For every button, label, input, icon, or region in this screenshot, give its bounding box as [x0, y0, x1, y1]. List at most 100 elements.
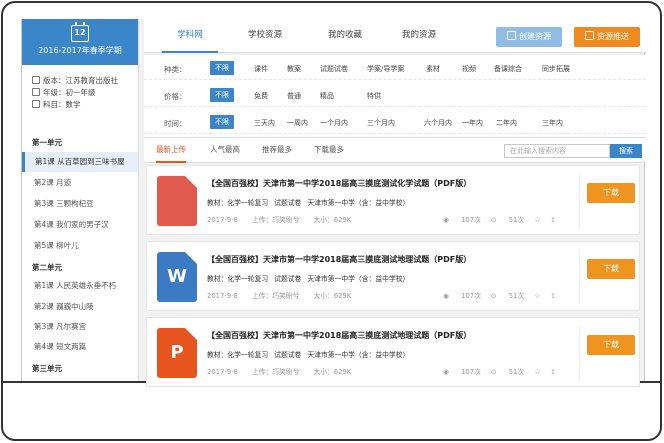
- sidebar: 12 2016-2017年春季学期 版本：江苏教育出版社 年级：初一年级 科目：…: [22, 19, 139, 381]
- filter-option[interactable]: 不限: [210, 61, 234, 75]
- filter-option[interactable]: 三个月内: [367, 118, 395, 128]
- unit-heading: 第二单元: [32, 263, 62, 272]
- share-icon: ⇪: [550, 292, 556, 300]
- sidebar-lesson[interactable]: 第5课 柳叶儿: [22, 236, 138, 256]
- filter-option[interactable]: 不限: [210, 88, 234, 102]
- sort-latest[interactable]: 最新上传: [156, 138, 186, 163]
- filter-option[interactable]: 一个月内: [320, 118, 348, 128]
- filter-option[interactable]: 一周内: [287, 118, 308, 128]
- star-icon: ☆: [534, 368, 541, 376]
- resource-info: 教材：化学一轮复习 试题试卷 天津市第一中学（含：益中学校）: [207, 199, 410, 207]
- unit-heading: 第三单元: [32, 364, 62, 373]
- search-input[interactable]: 在此输入搜索内容: [504, 144, 610, 158]
- create-resource-label: 创建资源: [519, 32, 551, 41]
- subject-icon: [32, 100, 40, 108]
- sort-popular[interactable]: 人气最高: [210, 138, 240, 163]
- filter-option[interactable]: 精品: [320, 91, 334, 101]
- term-label: 2016-2017年春季学期: [38, 46, 122, 55]
- sort-bar: 最新上传 人气最高 推荐最多 下载最多 在此输入搜索内容 搜索: [144, 137, 646, 163]
- resource-title[interactable]: 【全国百强校】天津市第一中学2018届高三摸底测试地理试题（PDF版）: [207, 330, 471, 341]
- filter-option[interactable]: 普通: [287, 91, 301, 101]
- filter-option[interactable]: 教案: [287, 64, 301, 74]
- top-nav: 学科网 学校资源 我的收藏 我的资源 创建资源 资源推送: [144, 19, 646, 53]
- filter-label: 时间：: [164, 119, 187, 128]
- device-frame: 12 2016-2017年春季学期 版本：江苏教育出版社 年级：初一年级 科目：…: [1, 1, 662, 441]
- book-icon: [32, 76, 40, 84]
- sidebar-lesson[interactable]: 第2课 月迹: [22, 173, 138, 193]
- resource-card: 【全国百强校】天津市第一中学2018届高三摸底测试化学试题（PDF版） 教材：化…: [146, 165, 640, 235]
- pdf-icon: [157, 176, 197, 226]
- filter-option[interactable]: 特供: [367, 91, 381, 101]
- resource-meta: 2017-9-8 上传：巧笑盼兮 大小：629K: [207, 292, 352, 300]
- resource-info: 教材：化学一轮复习 试题试卷 天津市第一中学（含：益中学校）: [207, 351, 410, 359]
- word-icon: W: [157, 252, 197, 302]
- download-button[interactable]: 下载: [587, 259, 635, 279]
- star-icon: ☆: [534, 216, 541, 224]
- push-resource-button[interactable]: 资源推送: [574, 27, 640, 47]
- resource-card: P 【全国百强校】天津市第一中学2018届高三摸底测试地理试题（PDF版） 教材…: [146, 317, 640, 387]
- filter-option[interactable]: 三年内: [542, 118, 563, 128]
- resource-info: 教材：化学一轮复习 试题试卷 天津市第一中学（含：益中学校）: [207, 275, 410, 283]
- sidebar-lesson[interactable]: 第1课 从百草园到三味书屋: [22, 152, 138, 172]
- sidebar-header: 12 2016-2017年春季学期: [22, 19, 138, 65]
- sidebar-lesson[interactable]: 第1课 人民英雄永垂不朽: [22, 276, 138, 296]
- push-resource-label: 资源推送: [597, 32, 629, 41]
- tab-favorites[interactable]: 我的收藏: [312, 19, 378, 53]
- grade-label: 年级：初一年级: [43, 88, 96, 97]
- star-icon: ☆: [534, 292, 541, 300]
- search-button[interactable]: 搜索: [610, 144, 642, 158]
- filter-option[interactable]: 课件: [254, 64, 268, 74]
- filter-option[interactable]: 试题试卷: [320, 64, 348, 74]
- unit-heading: 第一单元: [32, 138, 62, 147]
- create-resource-button[interactable]: 创建资源: [496, 27, 562, 47]
- tab-my-resources[interactable]: 我的资源: [388, 19, 450, 53]
- download-button[interactable]: 下载: [587, 335, 635, 355]
- share-icon: ⇪: [550, 368, 556, 376]
- subject-label: 科目：数学: [43, 100, 81, 109]
- filter-option[interactable]: 同步拓展: [542, 64, 570, 74]
- filter-row-time: 时间： 不限 三天内 一周内 一个月内 三个月内 六个月内 一年内 二年内 三年…: [144, 112, 646, 134]
- download-count-icon: ⊙: [490, 292, 499, 300]
- sort-downloads[interactable]: 下载最多: [314, 138, 344, 163]
- resource-meta: 2017-9-8 上传：巧笑盼兮 大小：629K: [207, 216, 352, 224]
- app-viewport: 12 2016-2017年春季学期 版本：江苏教育出版社 年级：初一年级 科目：…: [21, 19, 646, 387]
- filter-label: 种类：: [164, 65, 187, 74]
- resource-stats: ◉ 107次 ⊙ 51次 ☆ ⇪: [443, 368, 556, 376]
- filter-option[interactable]: 不限: [210, 115, 234, 129]
- tab-xuekewang[interactable]: 学科网: [162, 19, 218, 53]
- share-icon: [585, 31, 594, 40]
- sort-recommended[interactable]: 推荐最多: [262, 138, 292, 163]
- filter-option[interactable]: 视频: [462, 64, 476, 74]
- filter-row-type: 种类： 不限 课件 教案 试题试卷 学案/导学案 素材 视频 备课综合 同步拓展: [144, 58, 646, 80]
- filter-panel: 种类： 不限 课件 教案 试题试卷 学案/导学案 素材 视频 备课综合 同步拓展…: [144, 55, 646, 139]
- resource-title[interactable]: 【全国百强校】天津市第一中学2018届高三摸底测试地理试题（PDF版）: [207, 254, 471, 265]
- resource-meta: 2017-9-8 上传：巧笑盼兮 大小：629K: [207, 368, 352, 376]
- ppt-icon: P: [157, 328, 197, 378]
- grade-icon: [32, 88, 40, 96]
- filter-row-price: 价格： 不限 免费 普通 精品 特供: [144, 85, 646, 107]
- sidebar-lesson[interactable]: 第3课 三颗枸杞豆: [22, 194, 138, 214]
- filter-option[interactable]: 三天内: [254, 118, 275, 128]
- filter-label: 价格：: [164, 92, 187, 101]
- filter-option[interactable]: 素材: [426, 64, 440, 74]
- filter-option[interactable]: 六个月内: [424, 118, 452, 128]
- sidebar-lesson[interactable]: 第4课 短文两篇: [22, 337, 138, 357]
- sidebar-lesson[interactable]: 第2课 巍巍中山陵: [22, 297, 138, 317]
- eye-icon: ◉: [443, 368, 452, 376]
- download-count-icon: ⊙: [490, 368, 499, 376]
- filter-option[interactable]: 备课综合: [494, 64, 522, 74]
- download-button[interactable]: 下载: [587, 183, 635, 203]
- resource-title[interactable]: 【全国百强校】天津市第一中学2018届高三摸底测试化学试题（PDF版）: [207, 178, 471, 189]
- filter-option[interactable]: 二年内: [496, 118, 517, 128]
- filter-option[interactable]: 免费: [254, 91, 268, 101]
- main-content: 学科网 学校资源 我的收藏 我的资源 创建资源 资源推送 种类： 不限 课件 教…: [144, 19, 646, 387]
- filter-option[interactable]: 学案/导学案: [367, 64, 404, 74]
- sidebar-lesson[interactable]: 第4课 我们家的男子汉: [22, 215, 138, 235]
- tab-school-resources[interactable]: 学校资源: [232, 19, 298, 53]
- publisher-label: 版本：江苏教育出版社: [43, 76, 118, 85]
- filter-option[interactable]: 一年内: [462, 118, 483, 128]
- sidebar-lesson[interactable]: 第3课 凡尔赛宫: [22, 317, 138, 337]
- resource-stats: ◉ 107次 ⊙ 51次 ☆ ⇪: [443, 292, 556, 300]
- eye-icon: ◉: [443, 292, 452, 300]
- resource-card: W 【全国百强校】天津市第一中学2018届高三摸底测试地理试题（PDF版） 教材…: [146, 241, 640, 311]
